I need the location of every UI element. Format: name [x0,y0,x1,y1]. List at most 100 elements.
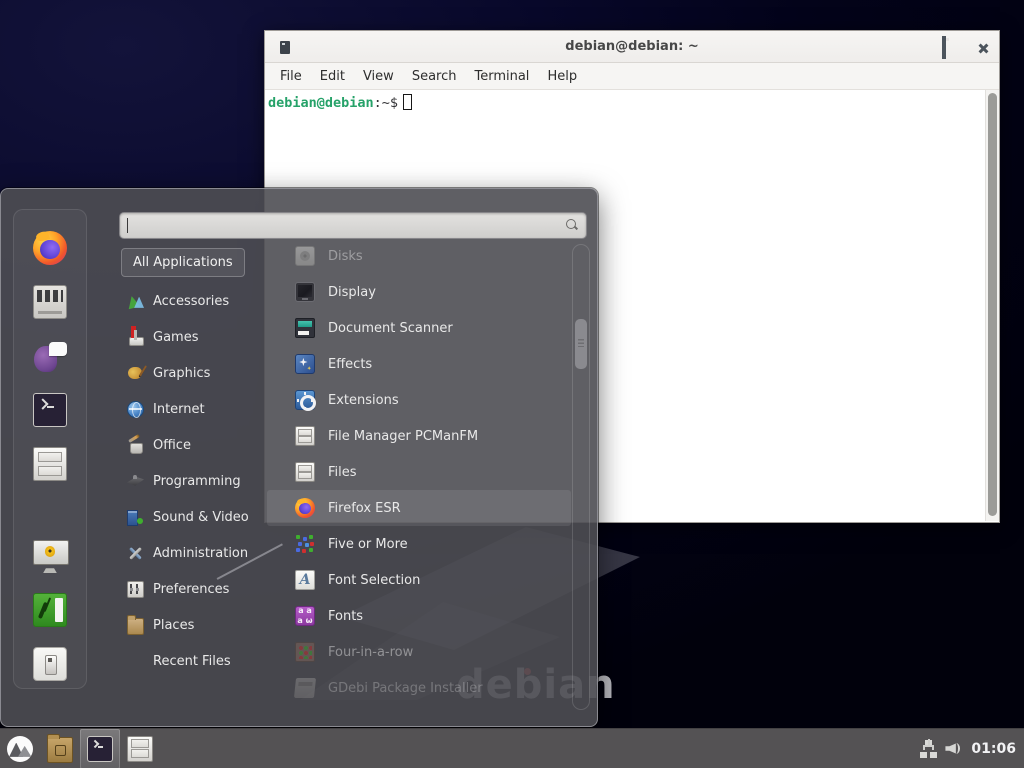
software-keys-icon [33,285,67,319]
internet-icon [127,401,144,418]
terminal-icon [33,393,67,427]
terminal-icon [87,736,113,762]
files-cabinet-icon [295,462,315,482]
minimize-button[interactable] [899,37,921,57]
files-window-button[interactable] [120,729,160,768]
category-item[interactable]: Places [121,607,267,643]
category-item[interactable]: Games [121,319,267,355]
terminal-menubar: FileEditViewSearchTerminalHelp [265,63,999,90]
menu-button[interactable] [0,729,40,768]
prompt-path: :~$ [374,95,398,111]
window-controls [899,31,989,63]
fonts-icon [295,606,315,626]
menubar-item[interactable]: Help [538,65,586,88]
screen: debian debian@debian: ~ FileEditViewSear… [0,0,1024,768]
effects-icon [295,354,315,374]
category-item[interactable]: Preferences [121,571,267,607]
clock[interactable]: 01:06 [971,741,1016,757]
category-item[interactable]: Sound & Video [121,499,267,535]
menubar-item[interactable]: Edit [311,65,354,88]
shutdown-button[interactable] [32,646,68,682]
all-applications-button[interactable]: All Applications [121,248,245,277]
programming-icon [127,473,144,490]
maximize-button[interactable] [933,37,955,57]
favorite-pidgin[interactable] [32,338,68,374]
menu-scrollbar[interactable] [572,244,590,710]
terminal-titlebar[interactable]: debian@debian: ~ [265,31,999,63]
application-item[interactable]: Extensions [267,382,571,418]
firefox-icon [295,498,315,518]
pidgin-icon [33,339,67,373]
taskbar: 01:06 [0,728,1024,768]
display-icon [295,282,315,302]
terminal-scrollbar-thumb[interactable] [988,93,997,516]
application-item[interactable]: Files [267,454,571,490]
favorite-terminal[interactable] [32,392,68,428]
folder-d-icon [47,737,73,763]
application-item[interactable]: Effects [267,346,571,382]
games-icon [127,329,144,346]
applications-menu: All Applications AccessoriesGamesGraphic… [0,188,598,727]
close-button[interactable] [967,37,989,57]
favorite-firefox[interactable] [32,230,68,266]
menu-scrollbar-thumb[interactable] [575,319,587,369]
category-item[interactable]: Programming [121,463,267,499]
categories-column: All Applications AccessoriesGamesGraphic… [121,248,267,679]
office-icon [127,437,144,454]
category-item[interactable]: Recent Files [121,643,267,679]
terminal-prompt: debian@debian:~$ [268,94,412,112]
application-item[interactable]: Fonts [267,598,571,634]
menubar-item[interactable]: Terminal [465,65,538,88]
category-list: AccessoriesGamesGraphicsInternetOfficePr… [121,283,267,679]
applications-column: DisksDisplayDocument ScannerEffectsExten… [267,238,571,706]
window-title: debian@debian: ~ [265,39,999,54]
terminal-window-button[interactable] [80,729,120,768]
application-item[interactable]: Display [267,274,571,310]
menubar-item[interactable]: View [354,65,403,88]
application-item[interactable]: Font Selection [267,562,571,598]
category-item[interactable]: Accessories [121,283,267,319]
taskbar-launchers [0,729,160,768]
gdebi-icon [294,678,316,698]
application-item[interactable]: Document Scanner [267,310,571,346]
logout-icon [33,593,67,627]
extensions-icon [295,390,315,410]
favorite-files[interactable] [32,446,68,482]
system-tray: 01:06 [919,740,1024,758]
accessories-icon [127,293,144,310]
lock-screen-button[interactable] [32,538,68,574]
five-or-more-icon [295,534,315,554]
text-caret [127,218,128,233]
prompt-user: debian@debian [268,95,374,111]
application-item[interactable]: Four-in-a-row [267,634,571,670]
application-item[interactable]: File Manager PCManFM [267,418,571,454]
category-item[interactable]: Internet [121,391,267,427]
application-item[interactable]: Five or More [267,526,571,562]
files-cabinet-icon [33,447,67,481]
shutdown-icon [33,647,67,681]
volume-icon[interactable] [945,740,963,758]
places-icon [127,618,144,635]
lock-screen-icon [33,539,67,573]
category-item[interactable]: Office [121,427,267,463]
category-item[interactable]: Graphics [121,355,267,391]
category-item[interactable]: Administration [121,535,267,571]
application-item[interactable]: Firefox ESR [267,490,571,526]
disks-icon [295,246,315,266]
search-input[interactable] [119,212,587,239]
application-item[interactable]: GDebi Package Installer [267,670,571,706]
menubar-item[interactable]: Search [403,65,466,88]
sound-video-icon [127,509,144,526]
network-icon[interactable] [919,740,937,758]
application-item[interactable]: Disks [267,238,571,274]
terminal-scrollbar[interactable] [985,90,999,521]
preferences-icon [127,581,144,598]
font-selection-icon [295,570,315,590]
favorite-software[interactable] [32,284,68,320]
menubar-item[interactable]: File [271,65,311,88]
administration-icon [127,545,144,562]
menu-logo-icon [7,736,33,762]
file-manager-launcher[interactable] [40,729,80,768]
logout-button[interactable] [32,592,68,628]
favorites-column [13,209,87,689]
